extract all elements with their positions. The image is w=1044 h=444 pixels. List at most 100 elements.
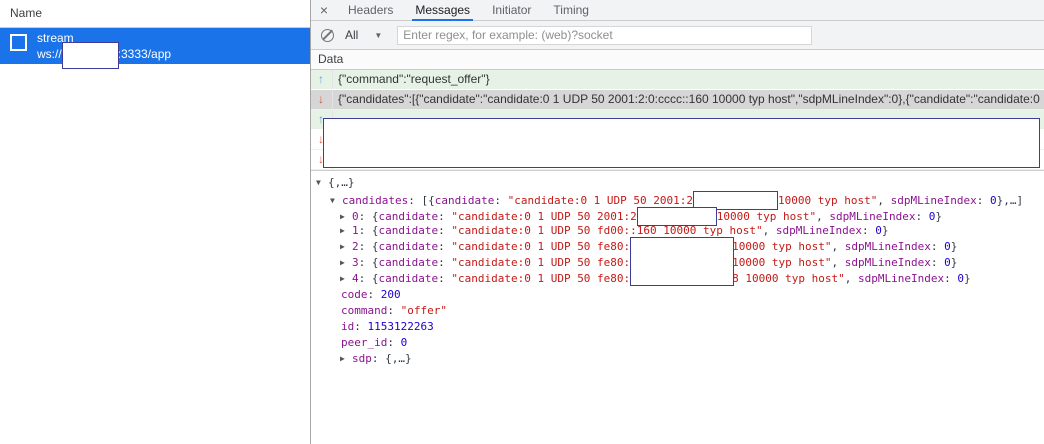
collapsed-arrow-icon[interactable]: ▶ [340, 351, 352, 367]
json-number: 0 [401, 336, 408, 349]
json-key: code [341, 288, 368, 301]
json-key: candidates [342, 194, 408, 207]
json-punctuation: } [964, 272, 971, 285]
devtools-network-panel: Name stream ws://:3333/app × Headers Mes… [0, 0, 1044, 444]
json-key: 1 [352, 224, 359, 237]
tree-line[interactable]: ▼{,…} [316, 175, 1044, 191]
json-punctuation: : [931, 240, 944, 253]
collapsed-arrow-icon[interactable]: ▶ [340, 223, 352, 239]
json-key: candidate [379, 272, 439, 285]
json-punctuation: : [354, 320, 367, 333]
tree-line[interactable]: command: "offer" [341, 303, 1044, 319]
json-key: candidate [379, 240, 439, 253]
tab-initiator[interactable]: Initiator [492, 0, 531, 20]
json-punctuation: : [368, 288, 381, 301]
json-punctuation: , [832, 256, 845, 269]
redaction-box-messages [323, 118, 1040, 168]
message-filter-bar: All ▼ [311, 21, 1044, 50]
json-punctuation: : [{ [408, 194, 435, 207]
json-punctuation: } [951, 240, 958, 253]
chevron-down-icon[interactable]: ▼ [374, 31, 382, 40]
tab-messages[interactable]: Messages [415, 0, 470, 20]
json-number: 200 [381, 288, 401, 301]
json-punctuation: , [845, 272, 858, 285]
message-row[interactable]: ↓{"candidates":[{"candidate":"candidate:… [311, 90, 1044, 110]
close-icon[interactable]: × [311, 2, 337, 18]
json-punctuation: : [977, 194, 990, 207]
json-punctuation: {,…} [328, 176, 355, 189]
json-key: candidate [379, 210, 439, 223]
json-punctuation: , [877, 194, 890, 207]
json-string: 8 10000 typ host" [732, 272, 845, 285]
json-punctuation: : { [359, 240, 379, 253]
json-key: sdpMLineIndex [829, 210, 915, 223]
message-text: {"candidates":[{"candidate":"candidate:0… [333, 90, 1044, 109]
json-number: 1153122263 [368, 320, 434, 333]
json-punctuation: {,…} [385, 352, 412, 365]
json-number: 0 [944, 256, 951, 269]
message-type-select[interactable]: All [345, 28, 358, 42]
websocket-detail-panel: × Headers Messages Initiator Timing All … [311, 0, 1044, 444]
request-list-panel: Name stream ws://:3333/app [0, 0, 311, 444]
tree-line[interactable]: id: 1153122263 [341, 319, 1044, 335]
json-key: sdpMLineIndex [776, 224, 862, 237]
json-string: "candidate:0 1 UDP 50 2001:2 [508, 194, 693, 207]
json-key: 2 [352, 240, 359, 253]
json-number: 0 [957, 272, 964, 285]
sent-arrow-icon: ↑ [311, 70, 333, 89]
json-key: 3 [352, 256, 359, 269]
expanded-arrow-icon[interactable]: ▼ [316, 175, 328, 191]
json-key: candidate [435, 194, 495, 207]
json-punctuation: : [387, 336, 400, 349]
message-row[interactable]: ↑{"command":"request_offer"} [311, 70, 1044, 90]
json-punctuation: : [438, 224, 451, 237]
collapsed-arrow-icon[interactable]: ▶ [340, 255, 352, 271]
json-punctuation: : [438, 272, 451, 285]
redaction-gap [637, 207, 717, 226]
json-key: command [341, 304, 387, 317]
redaction-box-host [62, 42, 119, 69]
json-string: "candidate:0 1 UDP 50 2001:2 [451, 210, 636, 223]
json-key: sdpMLineIndex [891, 194, 977, 207]
tree-line[interactable]: ▶sdp: {,…} [340, 351, 1044, 367]
json-punctuation: : [372, 352, 385, 365]
tree-line[interactable]: ▼candidates: [{candidate: "candidate:0 1… [330, 191, 1044, 207]
tree-line[interactable]: code: 200 [341, 287, 1044, 303]
regex-filter-input[interactable] [397, 26, 812, 45]
json-key: candidate [379, 224, 439, 237]
json-punctuation: },…] [997, 194, 1024, 207]
detail-tabbar: × Headers Messages Initiator Timing [311, 0, 1044, 21]
json-punctuation: , [816, 210, 829, 223]
json-punctuation: : [387, 304, 400, 317]
tree-line[interactable]: ▶0: {candidate: "candidate:0 1 UDP 50 20… [340, 207, 1044, 223]
json-punctuation: : [438, 256, 451, 269]
clear-filter-icon[interactable] [321, 29, 334, 42]
tab-timing[interactable]: Timing [553, 0, 589, 20]
collapsed-arrow-icon[interactable]: ▶ [340, 271, 352, 287]
json-key: sdp [352, 352, 372, 365]
json-key: candidate [379, 256, 439, 269]
request-row-stream[interactable]: stream ws://:3333/app [0, 28, 310, 64]
message-json-tree: ▼{,…}▼candidates: [{candidate: "candidat… [311, 171, 1044, 443]
json-key: sdpMLineIndex [845, 256, 931, 269]
name-column-header: Name [0, 0, 310, 28]
json-key: 0 [352, 210, 359, 223]
tree-line[interactable]: peer_id: 0 [341, 335, 1044, 351]
json-string: "candidate:0 1 UDP 50 fe80: [451, 272, 630, 285]
json-punctuation: : [494, 194, 507, 207]
json-punctuation: , [763, 224, 776, 237]
json-key: id [341, 320, 354, 333]
tab-headers[interactable]: Headers [348, 0, 393, 20]
data-column-header: Data [311, 50, 1044, 70]
json-punctuation: , [832, 240, 845, 253]
json-string: "offer" [401, 304, 447, 317]
json-key: peer_id [341, 336, 387, 349]
json-string: 10000 typ host" [717, 210, 816, 223]
json-punctuation: : [438, 240, 451, 253]
collapsed-arrow-icon[interactable]: ▶ [340, 239, 352, 255]
json-punctuation: : { [359, 224, 379, 237]
json-punctuation: } [882, 224, 889, 237]
json-key: sdpMLineIndex [845, 240, 931, 253]
json-punctuation: } [951, 256, 958, 269]
json-string: 10000 typ host" [778, 194, 877, 207]
